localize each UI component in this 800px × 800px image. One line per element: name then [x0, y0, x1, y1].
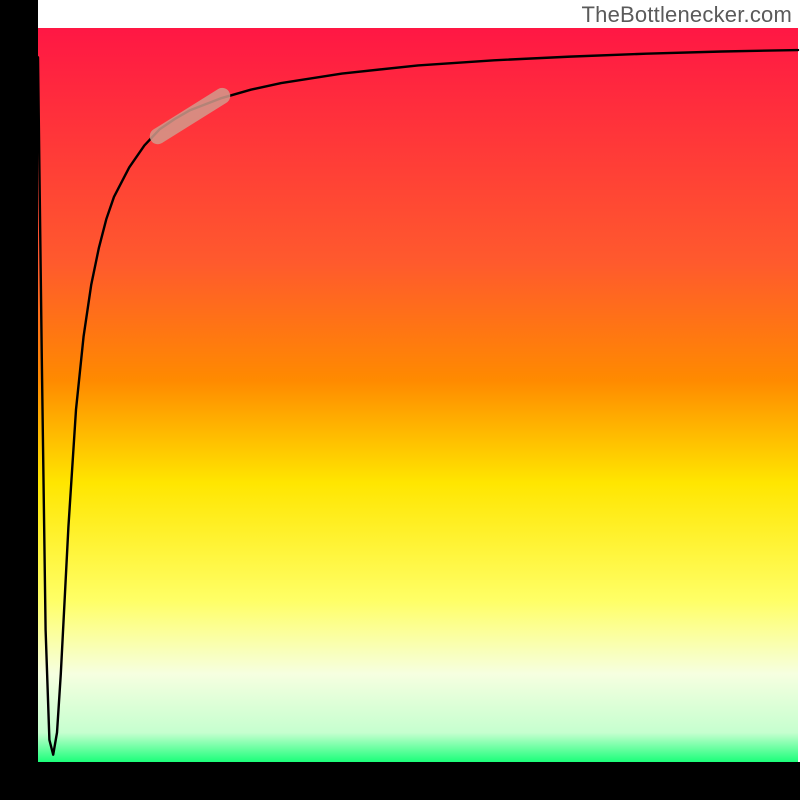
x-axis-bar — [0, 762, 800, 800]
y-axis-bar — [0, 0, 38, 800]
attribution-label: TheBottlenecker.com — [582, 2, 792, 28]
plot-svg — [0, 0, 800, 800]
chart-stage: TheBottlenecker.com — [0, 0, 800, 800]
